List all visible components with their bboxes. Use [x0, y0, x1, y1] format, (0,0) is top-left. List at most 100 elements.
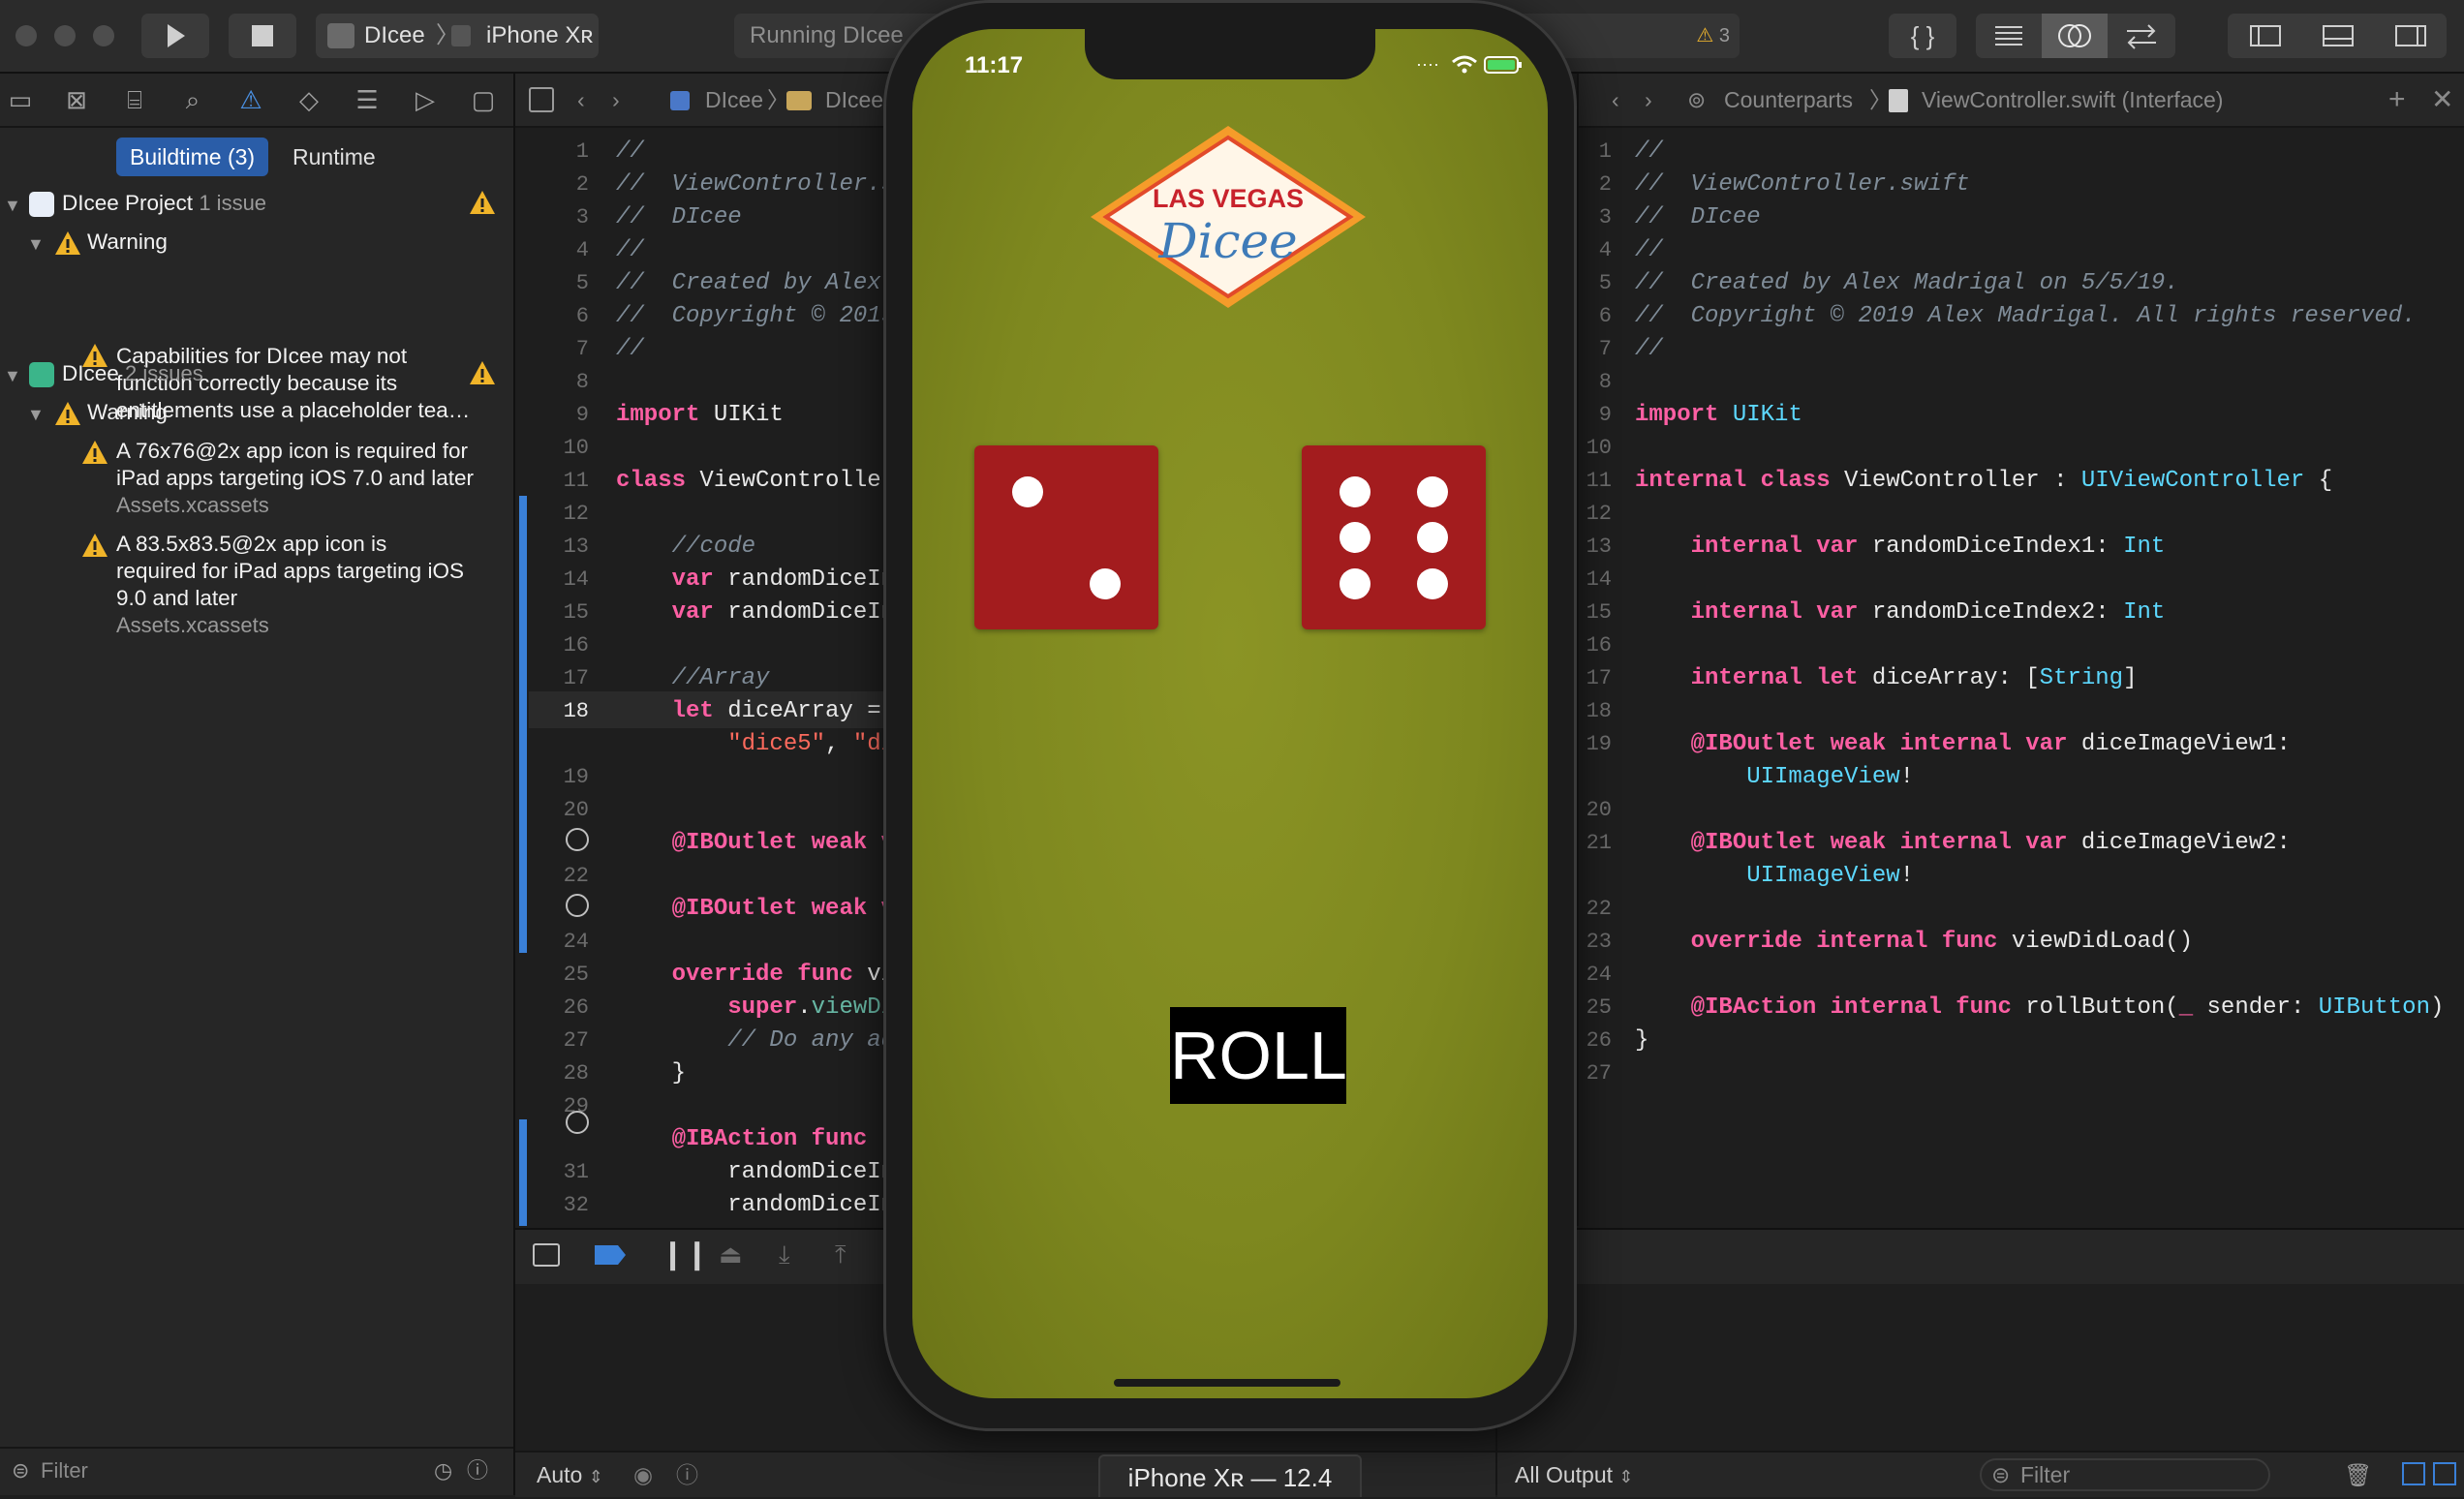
related-items-icon[interactable] [529, 87, 554, 112]
step-into-icon[interactable]: ⤓ [779, 1239, 790, 1270]
toggle-navigator-button[interactable] [2228, 14, 2301, 58]
disclosure-triangle-icon[interactable]: ▼ [4, 196, 21, 216]
scheme-device-name: iPhone Xʀ [486, 22, 594, 48]
report-icon[interactable]: ▢ [469, 85, 498, 114]
action-connection-icon[interactable] [566, 1111, 589, 1134]
issue-item[interactable]: A 76x76@2x app icon is required for iPad… [116, 438, 474, 519]
eye-icon[interactable]: ◉ [633, 1453, 653, 1497]
disclosure-triangle-icon[interactable]: ▼ [27, 405, 45, 425]
show-console-icon[interactable] [2433, 1462, 2456, 1485]
recent-filter-icon[interactable]: ◷ [434, 1449, 452, 1493]
device-icon [451, 25, 471, 46]
battery-icon [1484, 56, 1522, 74]
wifi-icon [1452, 55, 1477, 74]
library-button[interactable]: { } [1889, 14, 1956, 58]
symbol-icon[interactable]: ⌸ [120, 85, 149, 114]
back-arrow-icon[interactable]: ‹ [577, 74, 585, 126]
line-number: 3 [1598, 205, 1612, 229]
outlet-connection-icon[interactable] [566, 828, 589, 851]
line-number: 6 [1598, 304, 1612, 328]
add-editor-icon[interactable]: + [2388, 74, 2406, 126]
show-variables-icon[interactable] [2402, 1462, 2425, 1485]
assistant-editor-button[interactable] [2042, 14, 2108, 58]
line-number: 10 [1586, 436, 1612, 460]
activity-warnings[interactable]: ⚠ 3 [1696, 14, 1730, 58]
search-icon[interactable]: ⌕ [178, 85, 207, 114]
forward-arrow-icon[interactable]: › [612, 74, 620, 126]
version-editor-button[interactable] [2108, 14, 2175, 58]
roll-button[interactable]: ROLL [1170, 1007, 1347, 1104]
line-number: 26 [563, 995, 589, 1020]
navigator-selector-bar: ▭ ⊠ ⌸ ⌕ ⚠ ◇ ☰ ▷ ▢ [0, 74, 513, 128]
step-out-icon[interactable]: ⤒ [835, 1239, 847, 1270]
activity-status: Running DIcee [750, 22, 904, 48]
back-arrow-icon[interactable]: ‹ [1612, 74, 1619, 126]
group-title: DIcee Project [62, 191, 194, 215]
output-selector[interactable]: All Output ⇕ [1515, 1453, 1633, 1499]
trash-icon[interactable]: 🗑 [2344, 1453, 2372, 1497]
debug-icon[interactable]: ☰ [353, 85, 382, 114]
line-number: 19 [1586, 732, 1612, 756]
close-window-button[interactable] [15, 25, 37, 46]
test-icon[interactable]: ◇ [294, 85, 323, 114]
step-over-icon[interactable]: ⏏ [719, 1239, 743, 1270]
scheme-app-name: DIcee [364, 22, 425, 48]
line-number: 15 [1586, 600, 1612, 625]
right-code-editor[interactable]: 1 2 3 4 5 6 7 8 9 10 11 12 13 14 15 16 17 18 19 20 21 22 23 24 2… [1577, 128, 2464, 1226]
console-filter-field[interactable]: ⊜ Filter [1980, 1458, 2270, 1491]
stop-button[interactable] [229, 14, 296, 58]
toggle-inspector-button[interactable] [2375, 14, 2447, 58]
disclosure-triangle-icon[interactable]: ▼ [27, 234, 45, 255]
issue-line: 9.0 and later [116, 586, 238, 610]
dice-pip [1416, 522, 1448, 553]
source-control-icon[interactable]: ⊠ [62, 85, 91, 114]
jump-counterparts[interactable]: Counterparts [1724, 74, 1853, 126]
minimize-window-button[interactable] [54, 25, 76, 46]
info-icon[interactable]: ⓘ [676, 1453, 698, 1497]
stop-icon [252, 25, 273, 46]
toggle-debug-area-button[interactable] [2301, 14, 2375, 58]
breakpoints-toggle-icon[interactable] [593, 1243, 628, 1267]
issue-item[interactable]: A 83.5x83.5@2x app icon is required for … [116, 531, 464, 639]
pause-icon[interactable]: ❙❙ [661, 1238, 709, 1271]
standard-editor-button[interactable] [1976, 14, 2042, 58]
forward-arrow-icon[interactable]: › [1645, 74, 1652, 126]
hide-debug-area-icon[interactable] [533, 1243, 560, 1267]
group-name[interactable]: DIcee 2 issues [62, 360, 203, 387]
home-indicator[interactable] [1114, 1379, 1340, 1387]
dice-pip [1340, 567, 1371, 599]
line-number: 2 [1598, 172, 1612, 197]
issue-icon[interactable]: ⚠ [236, 85, 265, 114]
group-title: DIcee [62, 361, 119, 385]
scheme-selector[interactable]: DIcee 〉 iPhone Xʀ [316, 14, 599, 58]
folder-icon[interactable]: ▭ [6, 85, 35, 114]
outlet-connection-icon[interactable] [566, 894, 589, 917]
disclosure-triangle-icon[interactable]: ▼ [4, 366, 21, 386]
dice-pip [1340, 522, 1371, 553]
issues-filter-icon[interactable]: ⓘ [467, 1449, 488, 1493]
breakpoint-icon[interactable]: ▷ [411, 85, 440, 114]
filter-icon: ⊜ [12, 1458, 30, 1483]
close-icon[interactable]: ✕ [2431, 74, 2453, 126]
run-button[interactable] [141, 14, 209, 58]
navigator-filter-input[interactable]: Filter [41, 1449, 88, 1493]
auto-selector[interactable]: Auto ⇕ [537, 1453, 603, 1499]
target-icon [29, 362, 54, 387]
app-screen[interactable]: 11:17 ···· LAS VEGAS Dicee ROLL [912, 29, 1548, 1398]
issue-category[interactable]: Warning [87, 399, 168, 426]
jump-folder[interactable]: DIcee [825, 74, 883, 126]
project-icon [29, 192, 54, 217]
jump-project[interactable]: DIcee [705, 74, 763, 126]
group-name[interactable]: DIcee Project 1 issue [62, 190, 266, 217]
folder-icon [786, 91, 812, 110]
line-number: 27 [1586, 1061, 1612, 1086]
line-number: 4 [1598, 238, 1612, 262]
line-number: 21 [1586, 831, 1612, 855]
issue-category[interactable]: Warning [87, 229, 168, 256]
console-filter-input[interactable]: Filter [2020, 1460, 2070, 1489]
issue-line: iPad apps targeting iOS 7.0 and later [116, 466, 474, 490]
tab-runtime[interactable]: Runtime [279, 138, 389, 176]
zoom-window-button[interactable] [93, 25, 114, 46]
jump-file[interactable]: ViewController.swift (Interface) [1922, 74, 2223, 126]
tab-buildtime[interactable]: Buildtime (3) [116, 138, 269, 176]
